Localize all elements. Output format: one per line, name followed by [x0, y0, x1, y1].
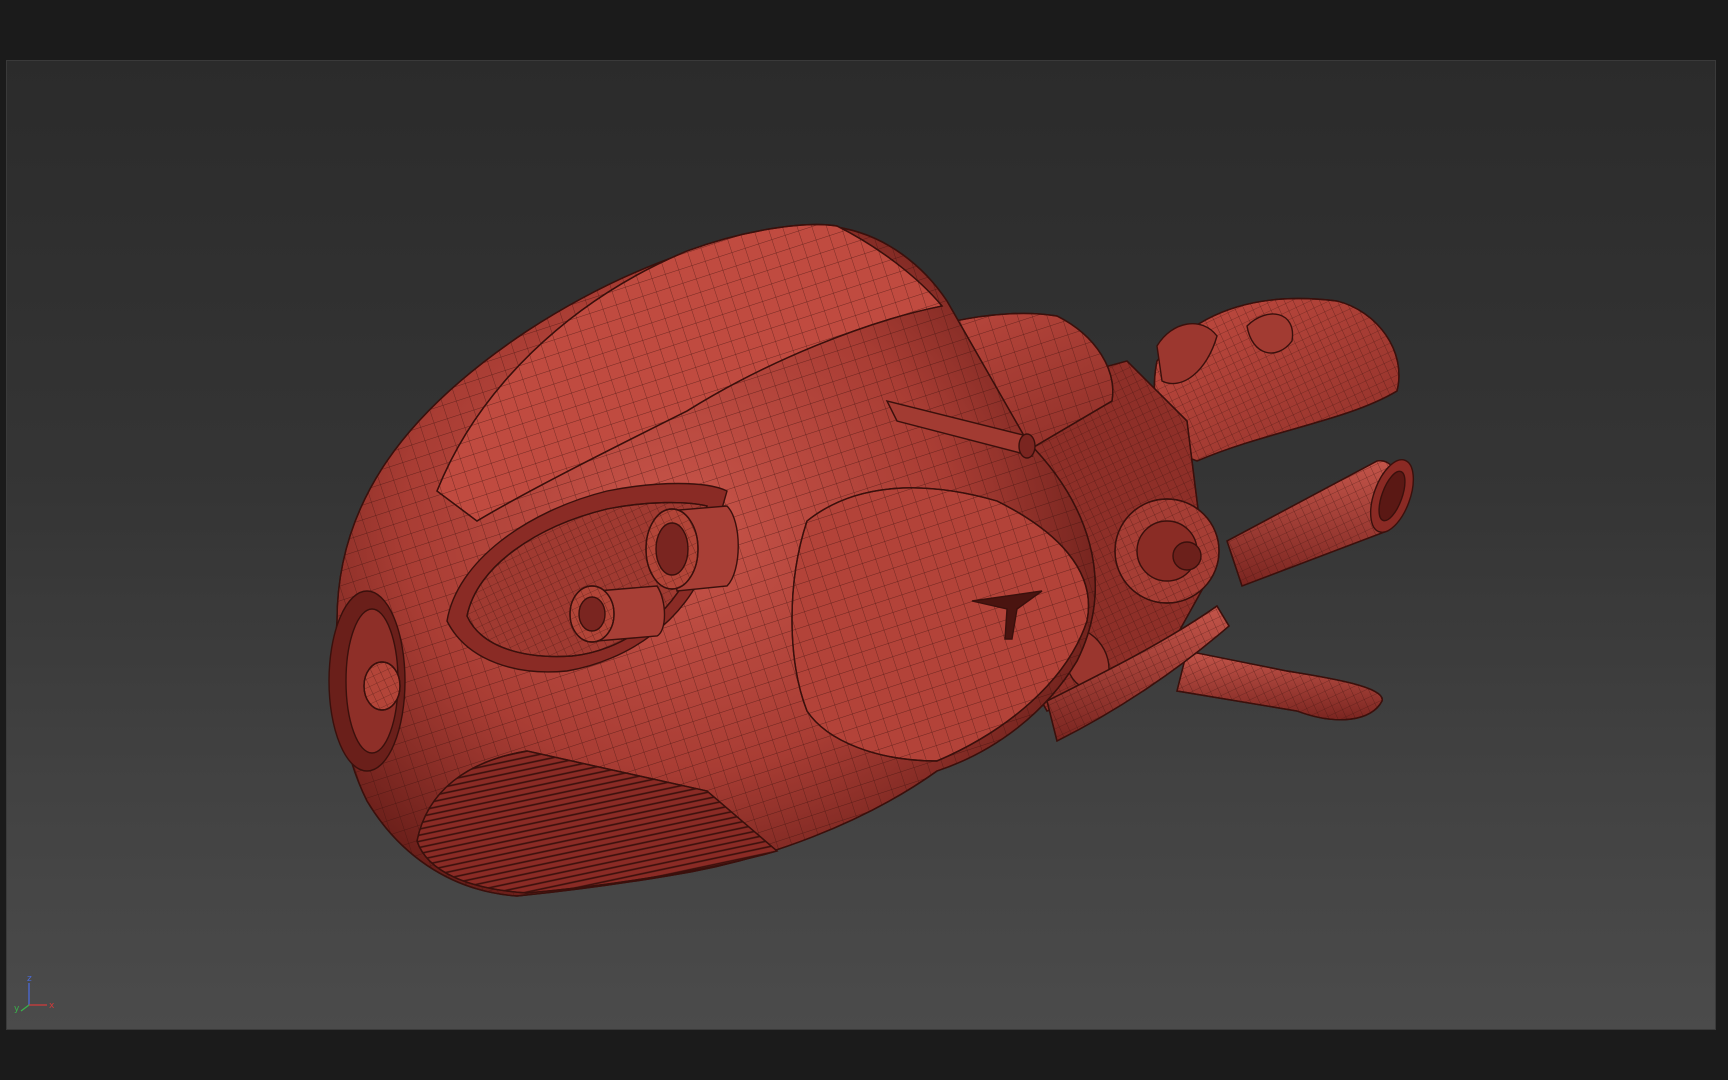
exhaust-pipe-lower[interactable] [1176, 650, 1383, 721]
scene-canvas[interactable] [7, 61, 1716, 1030]
x-axis-label: x [49, 1001, 55, 1011]
rear-frame-group[interactable] [1153, 297, 1400, 462]
bottom-bar [0, 1030, 1728, 1080]
y-axis-line [20, 1004, 30, 1012]
z-axis-label: z [27, 974, 32, 984]
app-window: z x y [0, 0, 1728, 1080]
exhaust-pipe-upper[interactable] [1226, 454, 1422, 587]
y-axis-label: y [14, 1004, 20, 1013]
3d-viewport[interactable]: z x y [6, 60, 1716, 1030]
headlight-lower[interactable] [569, 585, 666, 643]
vehicle-model[interactable] [328, 223, 1422, 897]
axis-gizmo: z x y [14, 974, 55, 1013]
headlight-upper[interactable] [645, 505, 739, 592]
front-intake[interactable] [328, 590, 406, 772]
